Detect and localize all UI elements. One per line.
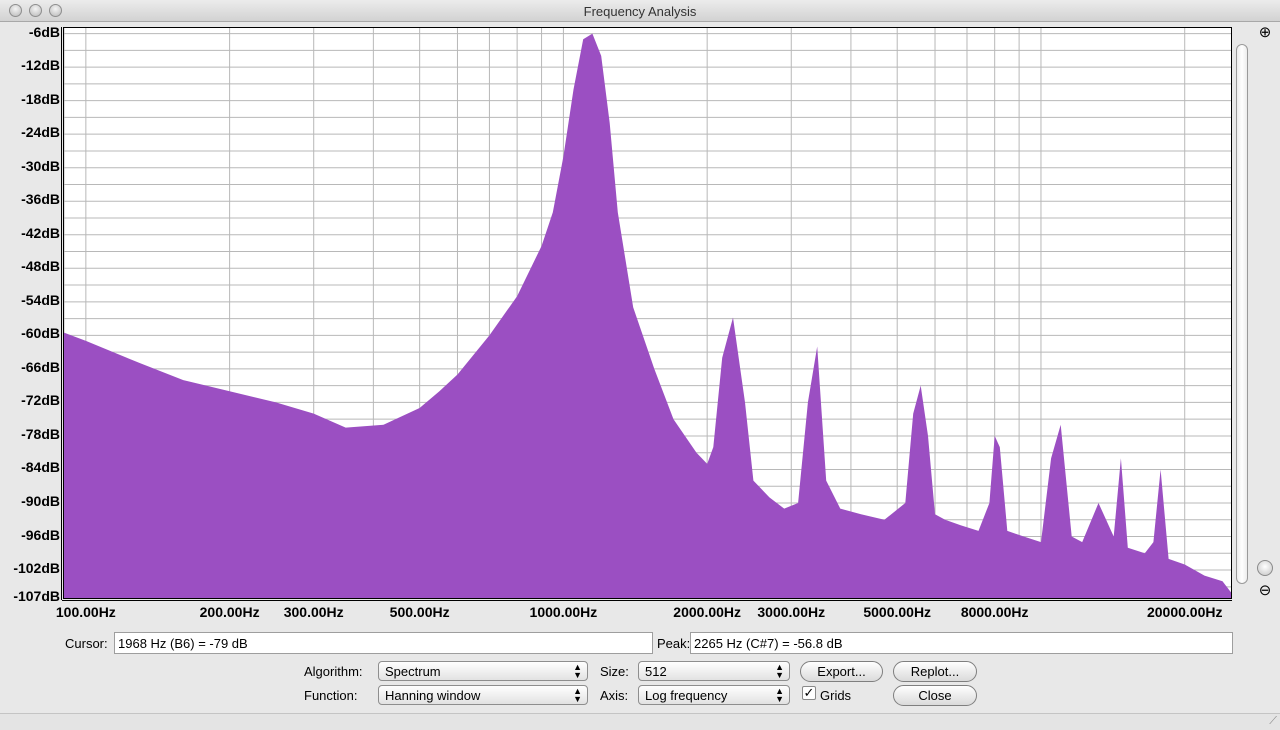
grids-label: Grids	[820, 688, 852, 703]
spectrum-plot[interactable]	[63, 27, 1232, 599]
y-tick-label: -66dB	[21, 358, 60, 375]
window-title: Frequency Analysis	[583, 4, 697, 19]
y-tick-label: -72dB	[21, 392, 60, 409]
y-tick-label: -30dB	[21, 157, 60, 174]
vertical-scrollbar[interactable]	[1236, 44, 1248, 584]
export-button[interactable]: Export...	[800, 661, 883, 682]
y-tick-label: -24dB	[21, 124, 60, 141]
size-value: 512	[645, 664, 667, 679]
resize-grip-icon[interactable]: ⟋	[1269, 715, 1277, 728]
algorithm-value: Spectrum	[385, 664, 441, 679]
select-arrows-icon: ▲ ▼	[573, 662, 582, 680]
select-arrows-icon: ▲ ▼	[775, 686, 784, 704]
cursor-label: Cursor:	[65, 636, 108, 651]
x-tick-label: 300.00Hz	[283, 604, 344, 620]
grids-checkbox[interactable]: ✓	[802, 686, 816, 700]
algorithm-select[interactable]: Spectrum ▲ ▼	[378, 661, 588, 681]
x-tick-label: 100.00Hz	[55, 604, 116, 620]
y-tick-label: -96dB	[21, 526, 60, 543]
y-tick-label: -84dB	[21, 459, 60, 476]
y-tick-label: -6dB	[28, 23, 60, 40]
y-tick-label: -90dB	[21, 493, 60, 509]
peak-label: Peak:	[657, 636, 691, 651]
y-tick-label: -102dB	[13, 560, 60, 577]
close-button[interactable]: Close	[893, 685, 977, 706]
size-label: Size:	[600, 664, 629, 679]
select-arrows-icon: ▲ ▼	[775, 662, 784, 680]
x-tick-label: 5000.00Hz	[863, 604, 932, 620]
zoom-out-icon[interactable]: ⊖	[1256, 582, 1274, 600]
y-tick-label: -60dB	[21, 325, 60, 342]
replot-button[interactable]: Replot...	[893, 661, 977, 682]
axis-label: Axis:	[600, 688, 629, 703]
select-arrows-icon: ▲ ▼	[573, 686, 582, 704]
function-label: Function:	[304, 688, 358, 703]
y-tick-label: -12dB	[21, 57, 60, 74]
title-bar: Frequency Analysis	[0, 0, 1280, 22]
x-tick-label: 200.00Hz	[199, 604, 260, 620]
x-tick-label: 3000.00Hz	[757, 604, 826, 620]
y-tick-label: -54dB	[21, 291, 60, 308]
x-axis	[62, 600, 1232, 601]
spectrum-chart	[63, 28, 1231, 599]
y-tick-label: -48dB	[21, 258, 60, 275]
axis-value: Log frequency	[645, 688, 728, 703]
y-tick-label: -18dB	[21, 90, 60, 107]
status-bar: ⟋	[0, 713, 1280, 730]
zoom-in-icon[interactable]: ⊕	[1256, 24, 1274, 42]
y-tick-label: -36dB	[21, 191, 60, 208]
function-select[interactable]: Hanning window ▲ ▼	[378, 685, 588, 705]
axis-select[interactable]: Log frequency ▲ ▼	[638, 685, 790, 705]
peak-readout: 2265 Hz (C#7) = -56.8 dB	[690, 632, 1233, 654]
scroll-thumb[interactable]	[1257, 560, 1273, 576]
y-tick-label: -78dB	[21, 425, 60, 442]
size-select[interactable]: 512 ▲ ▼	[638, 661, 790, 681]
y-tick-label: -107dB	[13, 588, 60, 604]
y-axis	[61, 27, 62, 600]
x-tick-label: 8000.00Hz	[960, 604, 1029, 620]
cursor-readout: 1968 Hz (B6) = -79 dB	[114, 632, 653, 654]
x-tick-label: 2000.00Hz	[673, 604, 742, 620]
x-tick-label: 1000.00Hz	[529, 604, 598, 620]
y-tick-label: -42dB	[21, 224, 60, 241]
x-tick-label: 500.00Hz	[389, 604, 450, 620]
function-value: Hanning window	[385, 688, 481, 703]
spectrum-area	[64, 33, 1231, 599]
x-tick-label: 20000.00Hz	[1146, 604, 1223, 620]
algorithm-label: Algorithm:	[304, 664, 363, 679]
